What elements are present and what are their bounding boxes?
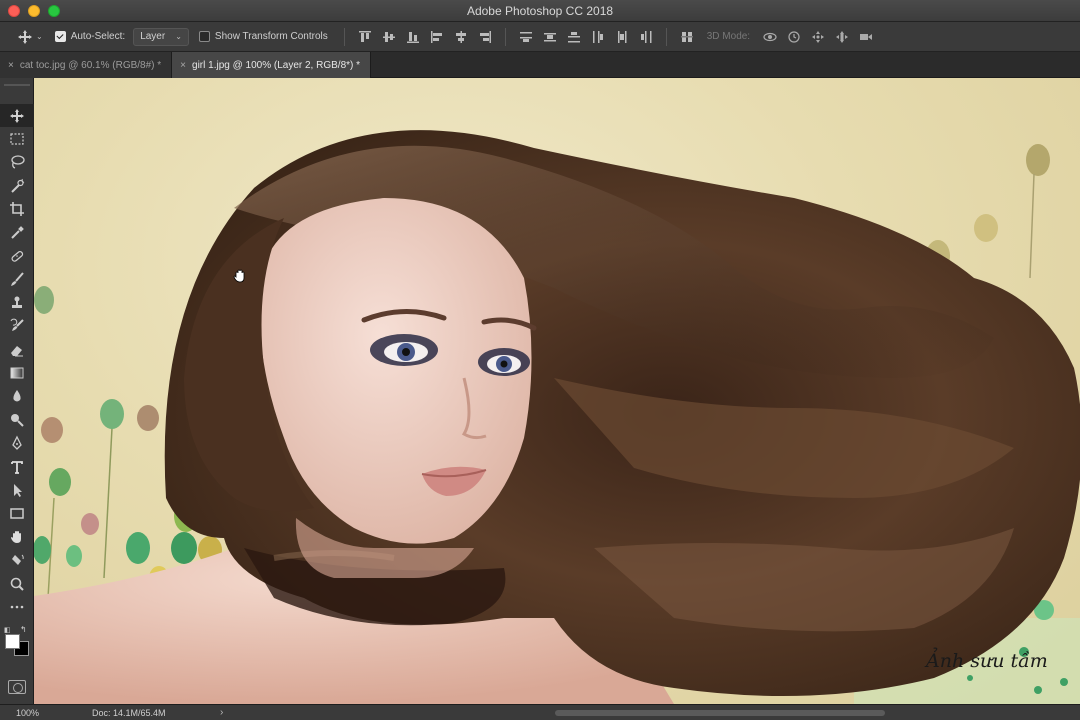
distribute-vertical-center-icon[interactable] (538, 27, 562, 47)
align-left-icon[interactable] (425, 27, 449, 47)
align-top-icon[interactable] (353, 27, 377, 47)
tab-label: girl 1.jpg @ 100% (Layer 2, RGB/8*) * (192, 59, 361, 71)
quick-mask-icon[interactable] (8, 680, 26, 694)
lasso-tool-icon[interactable] (0, 151, 34, 174)
divider (665, 27, 667, 46)
history-brush-tool-icon[interactable] (0, 315, 34, 338)
photo-girl-flowing-hair (34, 130, 1080, 704)
marquee-tool-icon[interactable] (0, 127, 34, 150)
crop-tool-icon[interactable] (0, 198, 34, 221)
align-horizontal-center-icon[interactable] (449, 27, 473, 47)
close-tab-icon[interactable]: × (8, 60, 14, 71)
chevron-down-icon: ⌄ (175, 32, 182, 41)
move-tool-icon[interactable] (0, 104, 34, 128)
pan-3d-icon[interactable] (806, 27, 830, 47)
close-tab-icon[interactable]: × (180, 60, 186, 71)
horizontal-scrollbar[interactable] (555, 710, 885, 716)
window-title: Adobe Photoshop CC 2018 (466, 4, 614, 18)
panel-grip[interactable] (4, 84, 30, 86)
document-canvas[interactable]: Ảnh sưu tầm (34, 78, 1080, 704)
document-tab-girl-1[interactable]: × girl 1.jpg @ 100% (Layer 2, RGB/8*) * (172, 52, 372, 78)
orbit-3d-icon[interactable] (758, 27, 782, 47)
options-bar: ⌄ Auto-Select: Layer ⌄ Show Transform Co… (0, 22, 1080, 52)
distribute-left-icon[interactable] (586, 27, 610, 47)
eyedropper-tool-icon[interactable] (0, 221, 34, 244)
pen-tool-icon[interactable] (0, 431, 34, 454)
roll-3d-icon[interactable] (782, 27, 806, 47)
watermark-text: Ảnh sưu tầm (926, 650, 1048, 672)
status-bar: 100% Doc: 14.1M/65.4M › (0, 704, 1080, 720)
type-tool-icon[interactable] (0, 455, 34, 478)
mode-3d-label: 3D Mode: (706, 31, 751, 42)
hand-tool-icon[interactable] (0, 525, 34, 548)
dodge-tool-icon[interactable] (0, 408, 34, 431)
document-tab-cat-toc[interactable]: × cat toc.jpg @ 60.1% (RGB/8#) * (0, 52, 173, 78)
auto-select-target-dropdown[interactable]: Layer ⌄ (133, 27, 189, 46)
slide-3d-icon[interactable] (830, 27, 854, 47)
auto-select-target-value: Layer (140, 31, 166, 42)
gradient-tool-icon[interactable] (0, 361, 34, 384)
scale-3d-icon[interactable] (854, 27, 878, 47)
distribute-top-icon[interactable] (514, 27, 538, 47)
swap-colors-icon[interactable]: ↰ (20, 625, 27, 634)
clone-stamp-tool-icon[interactable] (0, 291, 34, 314)
brush-tool-icon[interactable] (0, 268, 34, 291)
zoom-tool-icon[interactable] (0, 572, 34, 595)
auto-align-layers-icon[interactable] (675, 27, 699, 47)
auto-select-label: Auto-Select: (70, 31, 126, 42)
divider (504, 27, 506, 46)
title-bar: Adobe Photoshop CC 2018 (0, 0, 1080, 22)
tool-preset-chevron-icon[interactable]: ⌄ (36, 32, 43, 41)
distribute-bottom-icon[interactable] (562, 27, 586, 47)
tab-label: cat toc.jpg @ 60.1% (RGB/8#) * (19, 59, 162, 71)
healing-brush-tool-icon[interactable] (0, 244, 34, 267)
more-tools-icon[interactable] (0, 595, 34, 618)
auto-select-checkbox[interactable] (54, 31, 66, 42)
rectangle-tool-icon[interactable] (0, 502, 34, 525)
divider (343, 27, 345, 46)
path-selection-tool-icon[interactable] (0, 478, 34, 501)
move-icon[interactable] (14, 27, 36, 47)
eraser-tool-icon[interactable] (0, 338, 34, 361)
quick-selection-tool-icon[interactable] (0, 174, 34, 197)
align-vertical-center-icon[interactable] (377, 27, 401, 47)
rotate-view-tool-icon[interactable] (0, 548, 34, 571)
document-tab-bar: × cat toc.jpg @ 60.1% (RGB/8#) * × girl … (0, 52, 1080, 78)
distribute-right-icon[interactable] (634, 27, 658, 47)
align-right-icon[interactable] (473, 27, 497, 47)
show-transform-checkbox[interactable] (198, 31, 210, 42)
show-transform-label: Show Transform Controls (214, 31, 328, 42)
distribute-horizontal-center-icon[interactable] (610, 27, 634, 47)
status-menu-arrow[interactable]: › (220, 707, 223, 718)
foreground-color-swatch[interactable] (5, 634, 20, 649)
align-bottom-icon[interactable] (401, 27, 425, 47)
default-colors-icon[interactable]: ◧ (4, 626, 11, 634)
color-swatches: ◧ ↰ (3, 625, 31, 666)
tools-panel: ◧ ↰ (0, 78, 34, 704)
document-info: Doc: 14.1M/65.4M (92, 707, 166, 718)
zoom-level[interactable]: 100% (0, 708, 50, 718)
blur-tool-icon[interactable] (0, 385, 34, 408)
